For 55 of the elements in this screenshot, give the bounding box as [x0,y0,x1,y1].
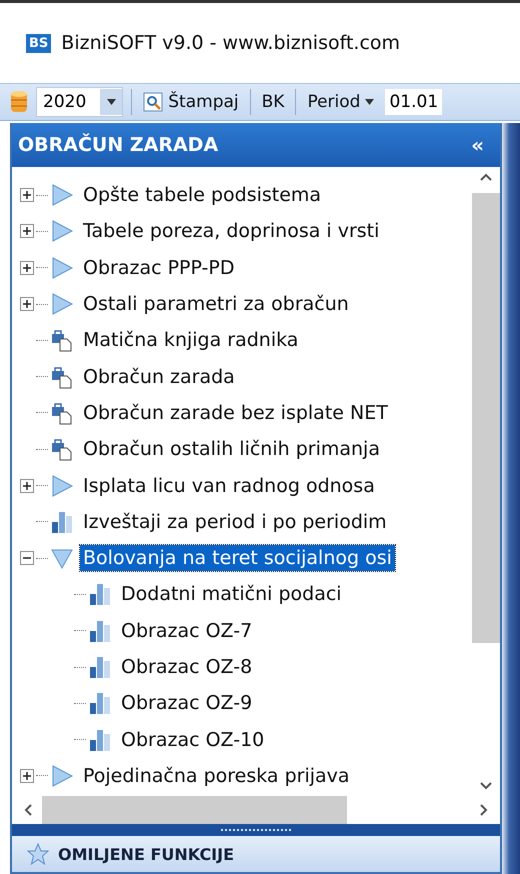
tree-item[interactable]: Obrazac OZ-9 [118,690,256,716]
plus-box-icon[interactable] [20,297,34,312]
date-field[interactable]: 01.01 [385,89,442,115]
database-icon[interactable] [10,90,28,114]
caret-icon [365,99,374,105]
tree-item[interactable]: Isplata licu van radnog odnosa [80,472,378,499]
period-button[interactable]: Period [304,90,378,114]
triangle-icon [50,474,74,498]
tree-item[interactable]: Ostali parametri za obračun [80,291,352,318]
tree-item[interactable]: Obrazac PPP-PD [80,254,238,281]
app-logo: BS [26,34,52,52]
triangle-icon [50,183,74,208]
triangle-icon [50,292,74,316]
triangle-icon [50,256,74,280]
tree-item[interactable]: Tabele poreza, doprinosa i vrsti [80,218,382,244]
print-button[interactable]: Štampaj [140,90,242,114]
plus-box-icon[interactable] [20,478,34,493]
bar-chart-icon [88,728,112,752]
tree-item[interactable]: Obračun zarade bez isplate NET [80,400,391,426]
bar-chart-icon [88,582,112,606]
triangle-icon [50,764,74,788]
dropdown-button[interactable] [100,89,122,115]
briefcase-document-icon [50,364,74,389]
tree-item[interactable]: Obrazac OZ-7 [118,618,256,644]
tree-item[interactable]: Obrazac OZ-8 [118,654,256,680]
tree-item[interactable]: Bolovanja na teret socijalnog osi [80,545,395,572]
plus-box-icon[interactable] [20,224,34,238]
briefcase-document-icon [50,328,74,352]
search-icon [143,92,164,112]
caret-icon [106,99,116,105]
minus-box-icon[interactable] [20,551,34,566]
tree-item[interactable]: Izveštaji za period i po periodim [80,508,390,535]
tree-item[interactable]: Matična knjiga radnika [80,327,302,354]
plus-box-icon[interactable] [20,260,34,275]
tree-item[interactable]: Obračun ostalih ličnih primanja [80,436,383,462]
tree-item[interactable]: Pojedinačna poreska prijava [80,762,353,789]
bar-chart-icon [88,655,112,679]
favorites-title: OMILJENE FUNKCIJE [58,844,234,864]
plus-box-icon[interactable] [20,768,34,783]
bar-chart-icon [88,691,112,716]
tree-item[interactable]: Opšte tabele podsistema [80,182,324,208]
window-title: BizniSOFT v9.0 - www.biznisoft.com [61,32,400,54]
briefcase-document-icon [50,400,74,425]
collapse-button[interactable]: « [467,133,488,157]
briefcase-document-icon [50,437,74,462]
panel-title: OBRAČUN ZARADA [18,134,218,156]
star-icon [26,842,50,866]
bar-chart-icon [50,510,74,534]
triangle-icon [50,219,74,244]
bar-chart-icon [88,618,112,643]
bk-button[interactable]: BK [258,90,288,114]
tree-item[interactable]: Dodatni matični podaci [118,581,345,608]
plus-box-icon[interactable] [20,188,34,202]
tree-item[interactable]: Obrazac OZ-10 [118,726,268,753]
tree-item[interactable]: Obračun zarada [80,364,238,390]
